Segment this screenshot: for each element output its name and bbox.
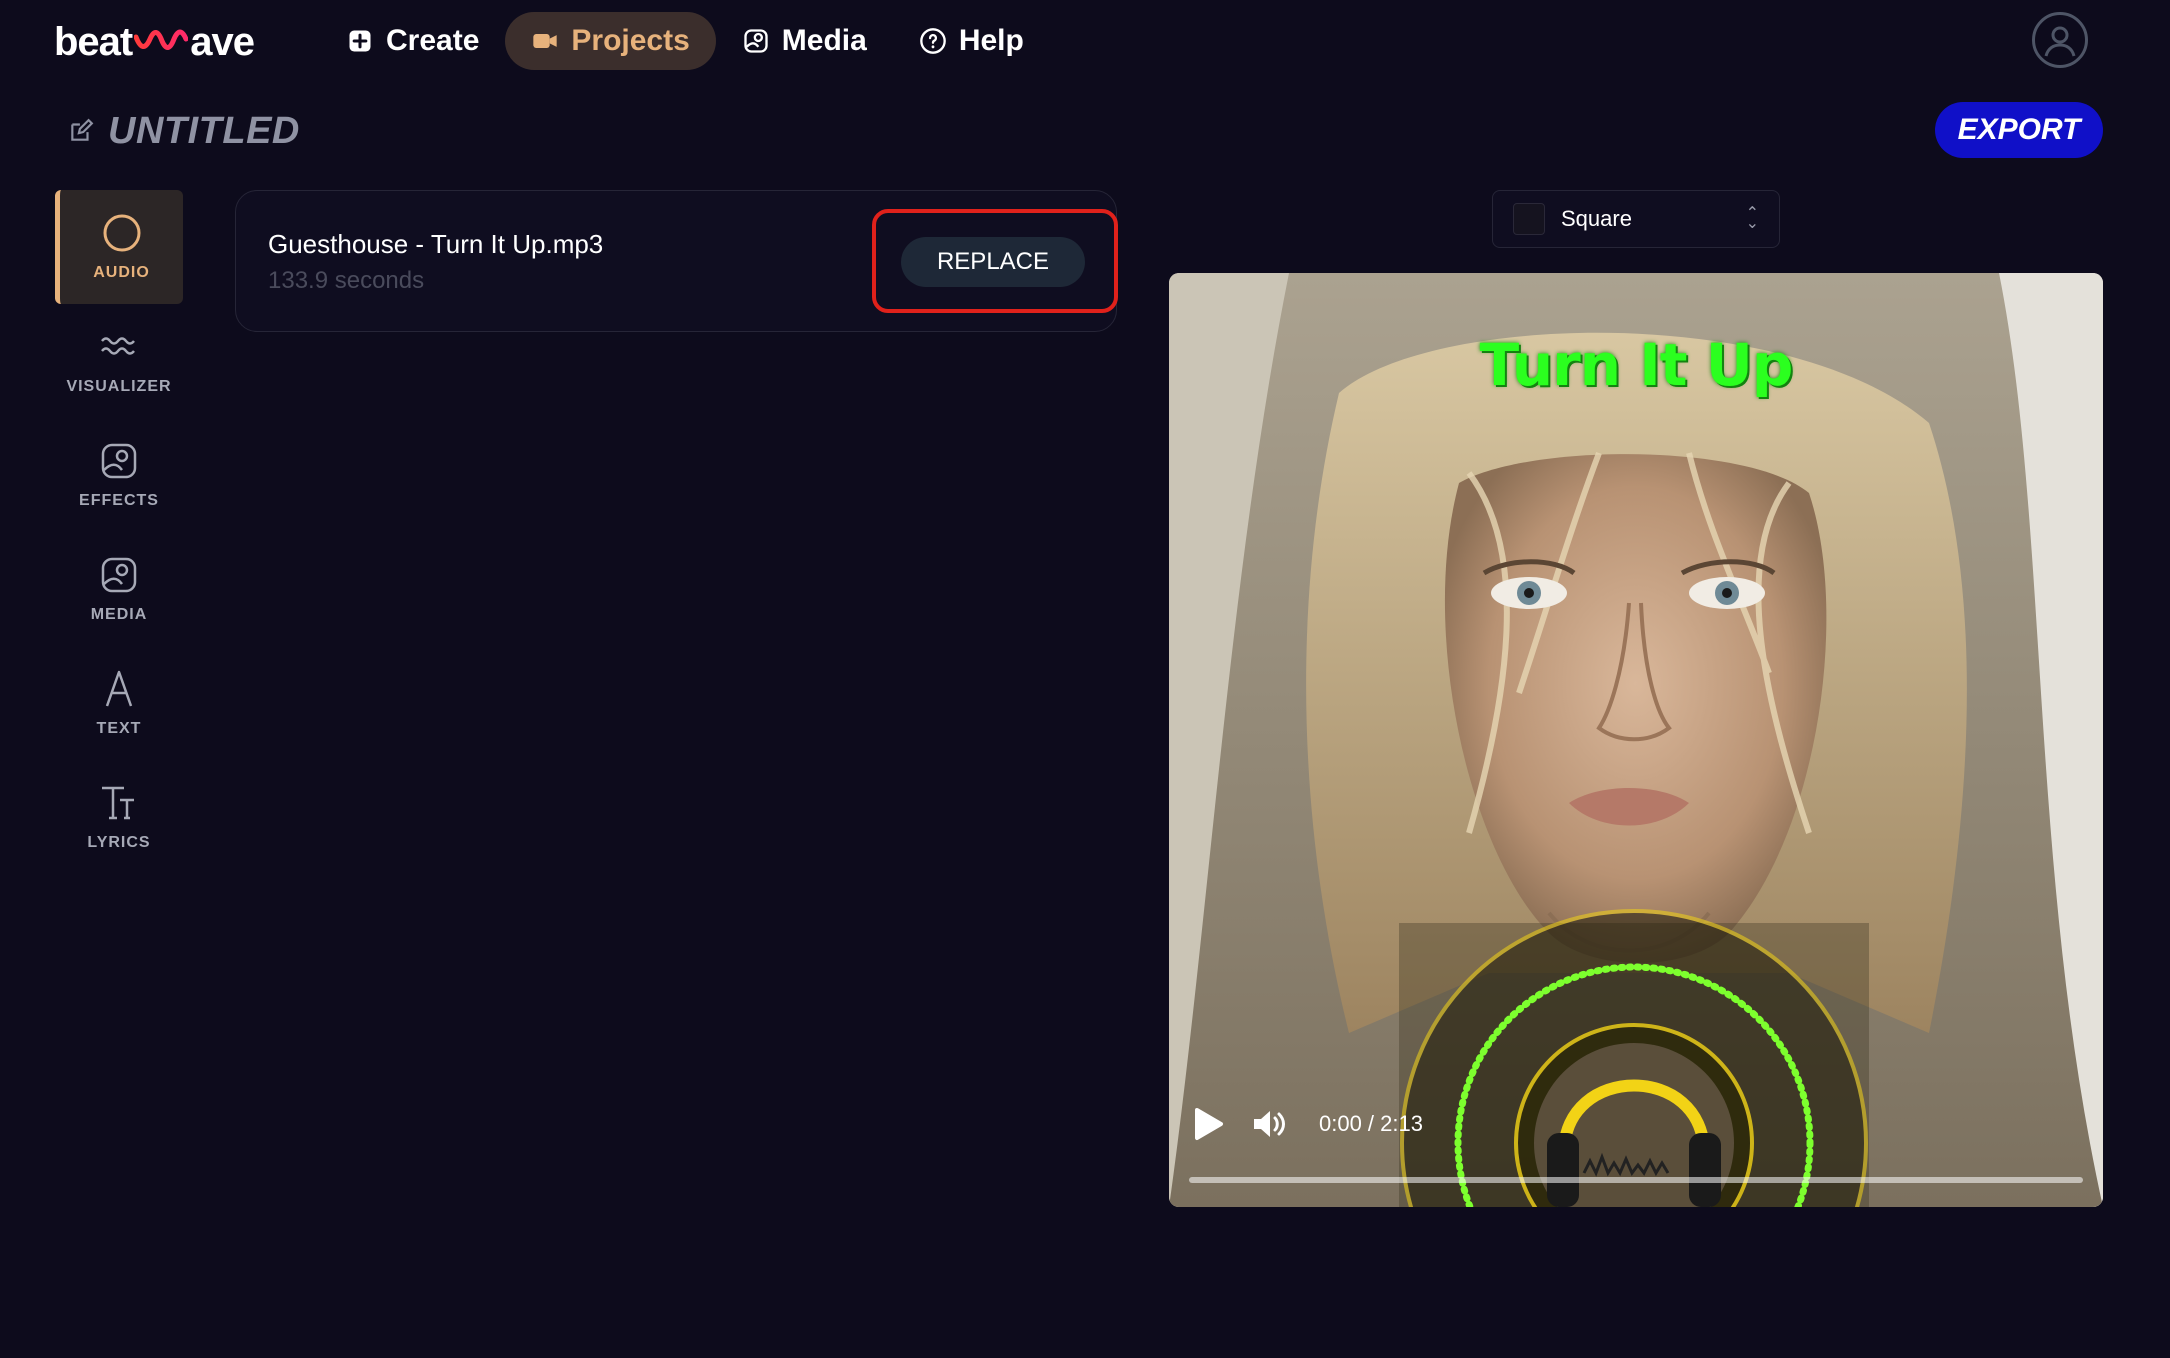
sidebar-item-label: AUDIO: [93, 264, 150, 281]
nav-media-label: Media: [781, 24, 867, 57]
nav-create-label: Create: [386, 24, 480, 57]
logo-text-left: beat: [54, 19, 133, 64]
sidebar-item-label: VISUALIZER: [66, 378, 172, 395]
volume-icon[interactable]: [1251, 1107, 1287, 1141]
playback-progress-bar[interactable]: [1189, 1177, 2083, 1183]
project-title-row[interactable]: UNTITLED: [68, 106, 300, 156]
chevron-up-down-icon: ⌃ ⌄: [1745, 205, 1759, 232]
sidebar-item-label: MEDIA: [90, 606, 148, 623]
edit-icon[interactable]: [68, 118, 94, 144]
nav-media[interactable]: Media: [716, 12, 893, 70]
cover-artwork-image: [1169, 273, 2103, 1207]
aspect-ratio-select[interactable]: Square ⌃ ⌄: [1492, 190, 1780, 248]
typography-icon: [102, 786, 134, 820]
sidebar-item-label: TEXT: [96, 720, 142, 737]
sidebar-item-effects[interactable]: EFFECTS: [55, 418, 183, 532]
nav-create[interactable]: Create: [320, 12, 505, 70]
app-logo[interactable]: beat ave: [54, 18, 255, 66]
video-camera-icon: [533, 34, 558, 48]
player-controls: 0:00 / 2:13: [1191, 1107, 1423, 1141]
sidebar-item-visualizer[interactable]: VISUALIZER: [55, 304, 183, 418]
playback-time: 0:00 / 2:13: [1319, 1111, 1423, 1136]
audio-duration: 133.9 seconds: [268, 267, 425, 294]
user-icon: [2044, 26, 2076, 57]
sidebar-item-text[interactable]: TEXT: [55, 646, 183, 760]
plus-square-icon: [349, 30, 371, 52]
circle-icon: [103, 214, 140, 252]
top-nav: Create Projects Media Help: [320, 12, 1050, 70]
sidebar-item-label: LYRICS: [87, 834, 151, 851]
nav-projects-label: Projects: [571, 24, 690, 57]
editor-sidebar: AUDIO VISUALIZER EFFECTS MEDIA TEXT LYRI…: [55, 190, 183, 874]
export-button[interactable]: EXPORT: [1935, 102, 2103, 158]
logo-wave-icon: [134, 29, 189, 50]
play-icon[interactable]: [1191, 1107, 1225, 1141]
image-effects-icon: [101, 443, 137, 479]
aspect-ratio-value: Square: [1561, 206, 1632, 231]
image-icon: [744, 29, 768, 53]
audio-file-name: Guesthouse - Turn It Up.mp3: [268, 229, 604, 259]
replace-button[interactable]: REPLACE: [901, 237, 1085, 287]
waves-icon: [101, 337, 135, 355]
nav-projects[interactable]: Projects: [505, 12, 716, 70]
video-preview[interactable]: Turn It Up 0:00 / 2:13: [1169, 273, 2103, 1207]
nav-help[interactable]: Help: [893, 12, 1050, 70]
sidebar-item-audio[interactable]: AUDIO: [55, 190, 183, 304]
audio-file-card: Guesthouse - Turn It Up.mp3 133.9 second…: [235, 190, 1118, 332]
sidebar-item-lyrics[interactable]: LYRICS: [55, 760, 183, 874]
letter-a-icon: [105, 670, 133, 707]
aspect-swatch: [1513, 203, 1545, 235]
logo-text-right: ave: [190, 19, 255, 64]
sidebar-item-media[interactable]: MEDIA: [55, 532, 183, 646]
image-icon: [101, 557, 137, 593]
question-circle-icon: [919, 28, 946, 54]
project-title[interactable]: UNTITLED: [108, 110, 300, 153]
sidebar-item-label: EFFECTS: [79, 492, 159, 509]
account-avatar-button[interactable]: [2032, 12, 2088, 68]
nav-help-label: Help: [958, 24, 1024, 57]
preview-overlay-title: Turn It Up: [1479, 331, 1794, 399]
